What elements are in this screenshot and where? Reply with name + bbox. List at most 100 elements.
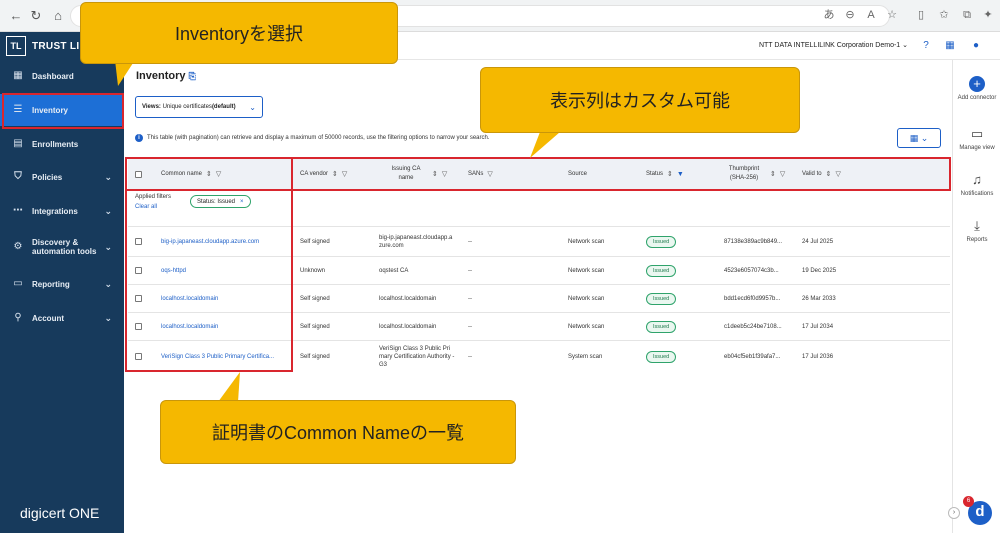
sans-cell: -- [468,313,472,340]
issuing-ca-cell: VeriSign Class 3 Public Primary Certific… [379,341,455,372]
right-rail: + Add connector ▭ Manage view ♫ Notifica… [948,60,1000,533]
split-screen-icon[interactable]: ▯ [914,8,928,22]
manage-view-button[interactable]: ▭ Manage view [953,126,1000,151]
thumbprint-cell: eb04cf5eb1f39afa7... [724,341,780,372]
notifications-label: Notifications [960,191,994,197]
sidebar-item-account[interactable]: ⚲ Account ⌄ [0,302,124,334]
highlight-common-name [125,157,293,372]
copy-icon[interactable]: ⎘ [189,71,196,81]
read-aloud-icon[interactable]: A [864,8,878,22]
ca-vendor-cell: Self signed [300,227,330,256]
chevron-down-icon: ⌄ [104,171,112,182]
sidebar-item-reporting[interactable]: ▭ Reporting ⌄ [0,268,124,300]
columns-callout-pointer [530,132,560,158]
home-icon[interactable]: ⌂ [50,8,66,24]
chevron-right-icon[interactable]: › [948,507,960,519]
ca-vendor-cell-text: Unknown [300,267,326,274]
info-message: i This table (with pagination) can retri… [135,134,490,142]
apps-grid-icon[interactable]: ▦ [944,40,956,52]
reload-icon[interactable]: ↻ [28,8,44,24]
sidebar-item-dashboard[interactable]: ▦ Dashboard [0,60,124,92]
status-badge: Issued [646,285,677,312]
help-icon[interactable]: ? [920,40,932,52]
add-connector-label: Add connector [957,95,997,101]
status-badge: Issued [646,227,677,256]
reports-button[interactable]: ⤓ Reports [953,218,1000,243]
status-badge-text: Issued [646,292,677,305]
copilot-icon[interactable]: ✦ [981,8,995,22]
dashboard-icon: ▦ [13,70,23,81]
thumbprint-cell-text: c1deeb5c24be7108... [724,323,782,330]
valid-to-cell-text: 24 Jul 2025 [802,238,834,245]
status-badge-text: Issued [646,235,677,248]
thumbprint-cell-text: eb04cf5eb1f39afa7... [724,353,781,360]
zoom-icon[interactable]: ⊖ [843,8,857,22]
sans-cell-text: -- [468,267,472,274]
thumbprint-cell: 4523e6057074c3b... [724,257,779,284]
sidebar-item-policies[interactable]: ⛉ Policies ⌄ [0,161,124,193]
sans-cell: -- [468,257,472,284]
notification-count-badge: 6 [963,496,974,507]
thumbprint-cell: 87138e389ac9b849... [724,227,782,256]
reporting-icon: ▭ [13,278,23,289]
chevron-down-icon: ⌄ [104,312,112,323]
sidebar-item-enrollments[interactable]: ▤ Enrollments [0,128,124,160]
sidebar-item-discovery[interactable]: ⚙ Discovery & automation tools ⌄ [0,230,124,264]
valid-to-cell: 24 Jul 2025 [802,227,833,256]
status-badge-text: Issued [646,320,677,333]
inventory-callout: Inventoryを選択 [80,2,398,64]
favorites-bar-icon[interactable]: ✩ [937,8,951,22]
plus-icon: + [969,76,985,92]
notifications-button[interactable]: ♫ Notifications [953,172,1000,197]
source-cell-text: Network scan [568,295,605,302]
sidebar-item-label: Enrollments [32,139,79,149]
sidebar-item-label: Reporting [32,279,70,289]
source-cell-text: Network scan [568,238,605,245]
sidebar-item-label: Integrations [32,206,78,216]
favorite-icon[interactable]: ☆ [885,8,899,22]
digicert-logo: digicert ONE [20,505,99,521]
valid-to-cell: 19 Dec 2025 [802,257,836,284]
valid-to-cell: 17 Jul 2036 [802,341,833,372]
enrollments-icon: ▤ [13,138,23,149]
sidebar-item-integrations[interactable]: ⋯ Integrations ⌄ [0,195,124,227]
valid-to-cell-text: 26 Mar 2033 [802,295,836,302]
issuing-ca-cell-text: VeriSign Class 3 Public Primary Certific… [379,345,455,368]
status-badge: Issued [646,341,677,372]
chevron-down-icon: ⌄ [104,205,112,216]
views-dropdown[interactable]: Views: Unique certificates (default) ⌄ [135,96,263,118]
table-settings-icon: ▦ [909,132,919,143]
valid-to-cell-text: 17 Jul 2036 [802,353,834,360]
sans-cell: -- [468,227,472,256]
manage-view-icon: ▭ [970,126,984,141]
common-name-callout: 証明書のCommon Nameの一覧 [160,400,516,464]
page-title-text: Inventory [136,70,186,82]
views-label: Views: [142,104,161,110]
manage-view-label: Manage view [959,145,995,151]
discovery-icon: ⚙ [13,241,23,252]
views-default: (default) [211,104,236,110]
source-cell: Network scan [568,313,604,340]
download-icon: ⤓ [974,218,980,233]
source-cell-text: Network scan [568,267,605,274]
ca-vendor-cell-text: Self signed [300,238,330,245]
bell-icon: ♫ [972,172,982,187]
sidebar-item-label-line2: automation tools [32,247,97,256]
add-connector-button[interactable]: + Add connector [953,76,1000,101]
status-badge: Issued [646,313,677,340]
back-icon[interactable]: ← [8,8,24,24]
highlight-inventory [2,93,124,129]
translate-icon[interactable]: あ [822,8,836,22]
ca-vendor-cell-text: Self signed [300,353,330,360]
sans-cell-text: -- [468,353,472,360]
source-cell: Network scan [568,257,604,284]
user-icon[interactable]: ● [970,40,982,52]
chevron-down-icon: ⌄ [920,132,929,143]
column-settings-button[interactable]: ▦ ⌄ [897,128,941,148]
collections-icon[interactable]: ⧉ [960,8,974,22]
chevron-down-icon: ⌄ [104,241,112,252]
chevron-down-icon: ⌄ [104,278,112,289]
thumbprint-cell-text: bdd1ecd6f0d9957b... [724,295,781,302]
org-selector[interactable]: NTT DATA INTELLILINK Corporation Demo-1 … [759,41,908,49]
sidebar-item-label: Policies [32,172,63,182]
